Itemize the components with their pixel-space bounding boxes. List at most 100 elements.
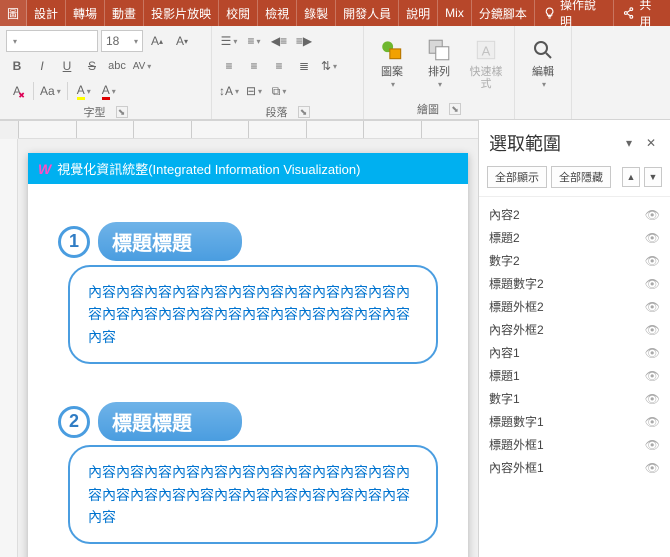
list-item[interactable]: 數字2👁 (483, 249, 666, 272)
number-badge[interactable]: 2 (58, 406, 90, 438)
tab-item[interactable]: 說明 (399, 0, 438, 26)
share-icon (622, 6, 635, 20)
dialog-launcher-icon[interactable]: ⬊ (298, 106, 310, 118)
share-button[interactable]: 共用 (613, 0, 670, 30)
font-size-combo[interactable]: 18▾ (101, 30, 143, 52)
shapes-icon (379, 37, 405, 63)
visibility-icon[interactable]: 👁 (645, 415, 660, 429)
list-item[interactable]: 標題數字2👁 (483, 272, 666, 295)
list-item[interactable]: 標題2👁 (483, 226, 666, 249)
increase-font-button[interactable]: A▴ (146, 30, 168, 52)
change-case-button[interactable]: Aa▾ (39, 80, 62, 102)
visibility-icon[interactable]: 👁 (645, 277, 660, 291)
visibility-icon[interactable]: 👁 (645, 231, 660, 245)
block-title[interactable]: 標題標題 (98, 402, 242, 441)
list-item[interactable]: 內容外框1👁 (483, 456, 666, 479)
tab-item[interactable]: 開發人員 (336, 0, 399, 26)
tab-item[interactable]: 設計 (27, 0, 66, 26)
tab-item[interactable]: 檢視 (258, 0, 297, 26)
editing-button[interactable]: 編輯▾ (521, 30, 565, 96)
strikethrough-button[interactable]: S (81, 55, 103, 77)
hide-all-button[interactable]: 全部隱藏 (551, 166, 611, 188)
dialog-launcher-icon[interactable]: ⬊ (449, 103, 461, 115)
tab-item[interactable]: 分鏡腳本 (472, 0, 535, 26)
content-block[interactable]: 1 標題標題 內容內容內容內容內容內容內容內容內容內容內容內容內容內容內容內容內… (58, 222, 438, 364)
slide-banner[interactable]: W 視覺化資訊統整(Integrated Information Visuali… (28, 153, 468, 184)
tab-item[interactable]: 投影片放映 (144, 0, 219, 26)
visibility-icon[interactable]: 👁 (645, 392, 660, 406)
line-spacing-button[interactable]: ⇅▾ (318, 55, 340, 77)
close-icon[interactable]: ✕ (642, 134, 660, 152)
visibility-icon[interactable]: 👁 (645, 208, 660, 222)
arrange-icon (426, 37, 452, 63)
convert-smartart-button[interactable]: ⧉▾ (268, 80, 290, 102)
bold-button[interactable]: B (6, 55, 28, 77)
numbering-button[interactable]: ≡▾ (243, 30, 265, 52)
move-up-button[interactable]: ▲ (622, 167, 640, 187)
visibility-icon[interactable]: 👁 (645, 300, 660, 314)
decrease-font-button[interactable]: A▾ (171, 30, 193, 52)
list-item[interactable]: 內容1👁 (483, 341, 666, 364)
quick-styles-button: A 快速樣 式 (464, 30, 508, 96)
show-all-button[interactable]: 全部顯示 (487, 166, 547, 188)
shadow-button[interactable]: abc (106, 55, 128, 77)
number-badge[interactable]: 1 (58, 226, 90, 258)
underline-button[interactable]: U (56, 55, 78, 77)
dialog-launcher-icon[interactable]: ⬊ (116, 106, 128, 118)
visibility-icon[interactable]: 👁 (645, 254, 660, 268)
block-body[interactable]: 內容內容內容內容內容內容內容內容內容內容內容內容內容內容內容內容內容內容內容內容… (68, 265, 438, 364)
align-text-button[interactable]: ⊟▾ (243, 80, 265, 102)
decrease-indent-button[interactable]: ◀≡ (268, 30, 290, 52)
ribbon-tabs: 圖 設計 轉場 動畫 投影片放映 校閱 檢視 錄製 開發人員 說明 Mix 分鏡… (0, 0, 670, 26)
align-left-button[interactable]: ≡ (218, 55, 240, 77)
slide[interactable]: W 視覺化資訊統整(Integrated Information Visuali… (28, 153, 468, 557)
ribbon: ▾ 18▾ A▴ A▾ B I U S abc AV▾ A✖ Aa▾ A▾ A▾ (0, 26, 670, 120)
drawing-group: 圖案▾ 排列▾ A 快速樣 式 繪圖⬊ (364, 26, 515, 119)
tab-item[interactable]: 轉場 (66, 0, 105, 26)
bullets-button[interactable]: ☰▾ (218, 30, 240, 52)
list-item[interactable]: 標題外框2👁 (483, 295, 666, 318)
tab-item[interactable]: Mix (438, 0, 472, 26)
list-item[interactable]: 標題數字1👁 (483, 410, 666, 433)
tab-item[interactable]: 錄製 (297, 0, 336, 26)
justify-button[interactable]: ≣ (293, 55, 315, 77)
align-center-button[interactable]: ≡ (243, 55, 265, 77)
pane-title: 選取範圍 (489, 130, 616, 156)
editing-group: 編輯▾ (515, 26, 572, 119)
align-right-button[interactable]: ≡ (268, 55, 290, 77)
pane-menu-button[interactable]: ▾ (620, 134, 638, 152)
visibility-icon[interactable]: 👁 (645, 346, 660, 360)
visibility-icon[interactable]: 👁 (645, 461, 660, 475)
increase-indent-button[interactable]: ≡▶ (293, 30, 315, 52)
list-item[interactable]: 數字1👁 (483, 387, 666, 410)
move-down-button[interactable]: ▼ (644, 167, 662, 187)
clear-format-button[interactable]: A✖ (6, 80, 28, 102)
paragraph-group: ☰▾ ≡▾ ◀≡ ≡▶ ≡ ≡ ≡ ≣ ⇅▾ ↕A▾ ⊟▾ ⧉▾ 段落⬊ (212, 26, 364, 119)
group-label: 字型 (84, 104, 106, 120)
list-item[interactable]: 標題1👁 (483, 364, 666, 387)
shapes-button[interactable]: 圖案▾ (370, 30, 414, 96)
tab-item[interactable]: 動畫 (105, 0, 144, 26)
list-item[interactable]: 內容2👁 (483, 203, 666, 226)
visibility-icon[interactable]: 👁 (645, 438, 660, 452)
tab-item[interactable]: 校閱 (219, 0, 258, 26)
slide-canvas[interactable]: W 視覺化資訊統整(Integrated Information Visuali… (0, 120, 478, 557)
text-direction-button[interactable]: ↕A▾ (218, 80, 240, 102)
visibility-icon[interactable]: 👁 (645, 323, 660, 337)
font-family-combo[interactable]: ▾ (6, 30, 98, 52)
content-block[interactable]: 2 標題標題 內容內容內容內容內容內容內容內容內容內容內容內容內容內容內容內容內… (58, 402, 438, 544)
logo-icon: W (38, 161, 51, 177)
block-body[interactable]: 內容內容內容內容內容內容內容內容內容內容內容內容內容內容內容內容內容內容內容內容… (68, 445, 438, 544)
tab-item[interactable]: 圖 (0, 0, 27, 26)
char-spacing-button[interactable]: AV▾ (131, 55, 153, 77)
arrange-button[interactable]: 排列▾ (417, 30, 461, 96)
highlight-button[interactable]: A▾ (73, 80, 95, 102)
block-title[interactable]: 標題標題 (98, 222, 242, 261)
list-item[interactable]: 標題外框1👁 (483, 433, 666, 456)
lightbulb-icon (543, 6, 556, 20)
italic-button[interactable]: I (31, 55, 53, 77)
list-item[interactable]: 內容外框2👁 (483, 318, 666, 341)
font-color-button[interactable]: A▾ (98, 80, 120, 102)
svg-text:A: A (482, 43, 491, 58)
visibility-icon[interactable]: 👁 (645, 369, 660, 383)
